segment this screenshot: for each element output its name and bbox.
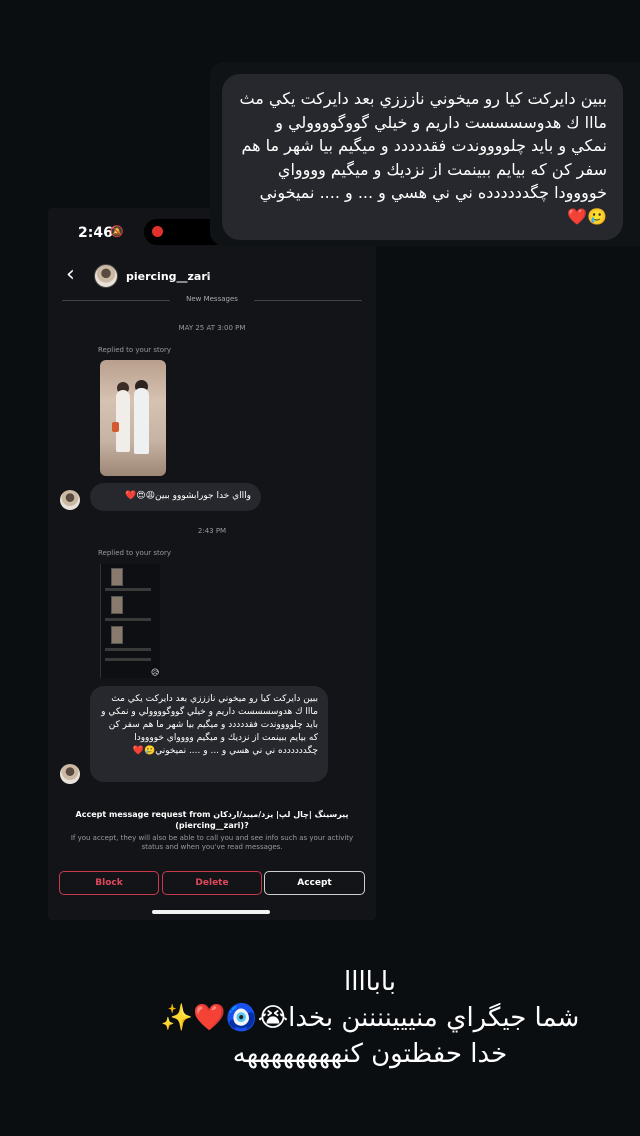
sender-avatar[interactable] (60, 490, 80, 510)
bell-slash-icon: 🔕 (110, 225, 124, 238)
chat-username[interactable]: piercing__zari (126, 270, 211, 283)
dm-screenshot: 2:46 🔕 ‹ piercing__zari › New Messages M… (48, 208, 376, 920)
message-bubble-1[interactable]: واااي خدا جورابشووو ببين😩😍❤️ (90, 483, 261, 511)
mini-emoji-icon: 😥 (151, 668, 160, 677)
divider-line-right (254, 300, 362, 301)
mini-screenshot-block (111, 568, 123, 586)
chat-header: ‹ piercing__zari › (48, 262, 376, 292)
timestamp-1: MAY 25 AT 3:00 PM (178, 324, 246, 332)
story-thumbnail-2[interactable]: 😥 (100, 564, 160, 678)
story-thumbnail-1[interactable] (100, 360, 166, 476)
new-messages-label: New Messages (186, 295, 238, 303)
story-caption: باباااا شما جيگراي منيييننننن بخدا😭🧿❤️✨ … (150, 964, 590, 1072)
request-title-line-1: Accept message request from پیرسینگ |چال… (75, 810, 349, 819)
caption-line-1: باباااا (344, 967, 396, 997)
recording-indicator-icon (152, 226, 163, 237)
figure-body (116, 390, 130, 452)
figure-bag (112, 422, 119, 432)
back-chevron-icon[interactable]: ‹ (66, 264, 75, 286)
zoomed-quote-backdrop: ببين دايركت كيا رو ميخوني نازززي بعد داي… (210, 62, 640, 246)
new-messages-divider: New Messages (62, 295, 362, 307)
timestamp-2: 2:43 PM (197, 527, 227, 535)
mini-screenshot-bar (105, 648, 151, 651)
mini-screenshot-block (111, 626, 123, 644)
replied-label-2: Replied to your story (98, 549, 172, 557)
mini-screenshot-block (111, 596, 123, 614)
request-title-line-2: (piercing__zari)? (175, 821, 249, 830)
request-subtitle: If you accept, they will also be able to… (70, 834, 354, 851)
sender-avatar[interactable] (60, 764, 80, 784)
message-bubble-2[interactable]: ببين دايركت كيا رو ميخوني نازززي بعد داي… (90, 686, 328, 782)
chevron-right-icon[interactable]: › (206, 268, 210, 281)
home-indicator[interactable] (152, 910, 270, 914)
figure-body (134, 388, 149, 454)
caption-line-2: شما جيگراي منيييننننن بخدا😭🧿❤️✨ (160, 1003, 580, 1033)
caption-line-3: خدا حفظتون كنههههههههه (232, 1039, 508, 1069)
replied-label-1: Replied to your story (98, 346, 172, 354)
story-canvas: 2:46 🔕 ‹ piercing__zari › New Messages M… (0, 0, 640, 1136)
mini-screenshot-bar (105, 588, 151, 591)
mini-screenshot-bar (105, 658, 151, 661)
delete-button[interactable]: Delete (162, 871, 262, 895)
accept-button[interactable]: Accept (264, 871, 365, 895)
zoomed-quote-bubble: ببين دايركت كيا رو ميخوني نازززي بعد داي… (222, 74, 623, 240)
block-button[interactable]: Block (59, 871, 159, 895)
mini-screenshot-bar (105, 618, 151, 621)
avatar[interactable] (94, 264, 118, 288)
request-title: Accept message request from پیرسینگ |چال… (58, 809, 366, 831)
status-time: 2:46 (78, 225, 113, 241)
